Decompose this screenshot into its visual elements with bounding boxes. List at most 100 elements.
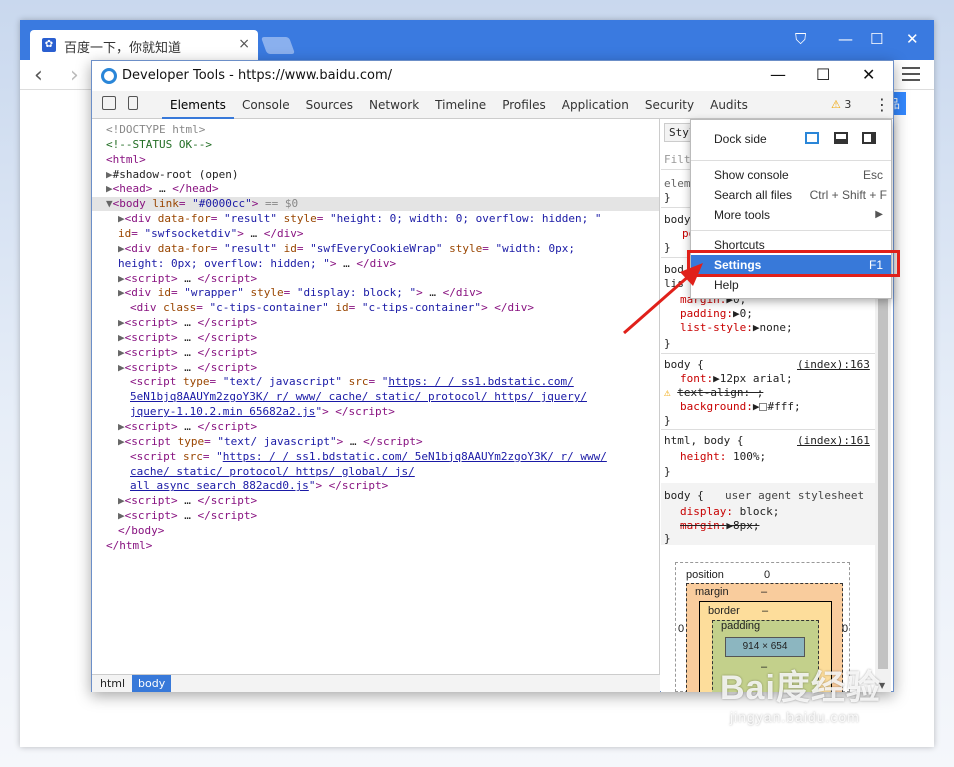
tab-application[interactable]: Application bbox=[554, 91, 637, 119]
menu-more-tools[interactable]: More tools ▶ bbox=[691, 205, 891, 225]
minimize-icon[interactable]: — bbox=[838, 30, 853, 48]
dom-node-line[interactable]: ▶<script> … </script> bbox=[118, 509, 257, 522]
margin-value: 8px; bbox=[732, 519, 760, 532]
dom-node-line[interactable]: ▶#shadow-root (open) bbox=[106, 168, 238, 181]
baidu-paw-icon: ✿ bbox=[42, 38, 56, 52]
dom-node-line[interactable]: ▶<head> … </head> bbox=[106, 182, 219, 195]
breadcrumb-body[interactable]: body bbox=[132, 675, 172, 692]
tab-console[interactable]: Console bbox=[234, 91, 298, 119]
dom-node-line[interactable]: <script type= "text/ javascript" src= "h… bbox=[130, 375, 574, 388]
new-tab-button[interactable] bbox=[260, 37, 296, 54]
minimize-icon[interactable]: — bbox=[770, 65, 786, 84]
body-rule-source[interactable]: (index):163 bbox=[797, 358, 870, 371]
dom-node-line[interactable]: <!DOCTYPE html> bbox=[106, 123, 205, 136]
browser-tab[interactable]: ✿ 百度一下，你就知道 × bbox=[30, 30, 258, 60]
devtools-title: Developer Tools - https://www.baidu.com/ bbox=[122, 68, 393, 83]
breadcrumb-html[interactable]: html bbox=[94, 675, 131, 692]
body-font-value: 12px arial; bbox=[719, 372, 793, 385]
dock-side-label: Dock side bbox=[714, 132, 767, 146]
html-body-rule-source[interactable]: (index):161 bbox=[797, 434, 870, 447]
hamburger-menu-icon[interactable] bbox=[902, 67, 920, 85]
margin-top-value: – bbox=[761, 586, 768, 598]
body-rule-selector: body { bbox=[664, 358, 704, 371]
dom-node-line[interactable]: ▶<script> … </script> bbox=[118, 316, 257, 329]
more-tools-label: More tools bbox=[714, 208, 771, 222]
body-background-value: #fff; bbox=[767, 400, 801, 413]
forward-icon[interactable]: › bbox=[70, 63, 79, 88]
tab-timeline[interactable]: Timeline bbox=[427, 91, 494, 119]
watermark-brand: Bai度经验 bbox=[720, 669, 881, 707]
dock-right-icon[interactable] bbox=[862, 132, 876, 144]
dom-node-line[interactable]: ▶<div data-for= "result" style= "height:… bbox=[118, 212, 602, 225]
dom-node-line[interactable]: <html> bbox=[106, 153, 146, 166]
tab-audits[interactable]: Audits bbox=[702, 91, 756, 119]
dom-node-line[interactable]: <script src= "https: / / ss1.bdstatic.co… bbox=[130, 450, 607, 463]
tab-profiles[interactable]: Profiles bbox=[494, 91, 554, 119]
style-declaration[interactable]: padding:▶0; bbox=[680, 307, 753, 320]
dom-node-line[interactable]: ▶<script type= "text/ javascript"> … </s… bbox=[118, 435, 423, 448]
dom-node-line[interactable]: ▶<div id= "wrapper" style= "display: blo… bbox=[118, 286, 482, 299]
dock-bottom-icon[interactable] bbox=[834, 132, 848, 144]
submenu-arrow-icon: ▶ bbox=[875, 209, 883, 220]
maximize-icon[interactable]: ☐ bbox=[816, 65, 830, 84]
close-brace: } bbox=[664, 241, 671, 254]
dom-node-line[interactable]: </body> bbox=[118, 524, 164, 537]
warning-icon: ⚠ bbox=[664, 386, 671, 399]
tab-sources[interactable]: Sources bbox=[298, 91, 361, 119]
declaration-property: list-style: bbox=[680, 321, 753, 334]
height-decl[interactable]: height: 100%; bbox=[680, 450, 766, 463]
watermark-url: jingyan.baidu.com bbox=[730, 709, 860, 725]
dom-node-line[interactable]: ▶<script> … </script> bbox=[118, 420, 257, 433]
warning-counter[interactable]: ⚠ 3 bbox=[831, 98, 851, 111]
menu-show-console[interactable]: Show console Esc bbox=[691, 165, 891, 185]
shirt-skin-icon[interactable]: ⛉ bbox=[795, 30, 806, 48]
tab-bar: ✿ 百度一下，你就知道 × ⛉ — ☐ ✕ bbox=[20, 20, 934, 60]
dom-node-line[interactable]: ▼<body link= "#0000cc"> == $0 bbox=[106, 197, 298, 210]
text-align-value: text-align: ; bbox=[677, 386, 764, 399]
display-value: block; bbox=[739, 505, 780, 518]
warning-icon: ⚠ bbox=[831, 98, 841, 111]
menu-divider bbox=[691, 160, 891, 161]
elements-dom-tree[interactable]: <!DOCTYPE html> <!--STATUS OK--> <html> ▶#s… bbox=[92, 119, 660, 674]
tab-security[interactable]: Security bbox=[637, 91, 702, 119]
device-mode-icon[interactable] bbox=[128, 96, 138, 110]
dom-node-line[interactable]: <div class= "c-tips-container" id= "c-ti… bbox=[130, 301, 534, 314]
close-window-icon[interactable]: ✕ bbox=[906, 30, 919, 48]
menu-help[interactable]: Help bbox=[691, 275, 891, 295]
body-font-decl[interactable]: font:▶12px arial; bbox=[680, 372, 793, 385]
tab-title: 百度一下，你就知道 bbox=[64, 41, 182, 56]
more-vert-icon[interactable]: ⋮ bbox=[874, 95, 890, 114]
declaration-value: ▶0; bbox=[732, 307, 753, 320]
dom-node-line[interactable]: ▶<script> … </script> bbox=[118, 272, 257, 285]
ua-rule-selector: body { bbox=[664, 489, 704, 502]
dom-node-line[interactable]: id= "swfsocketdiv"> … </div> bbox=[118, 227, 303, 240]
dom-node-line[interactable]: ▶<script> … </script> bbox=[118, 494, 257, 507]
dom-node-line[interactable]: ▶<script> … </script> bbox=[118, 361, 257, 374]
dom-node-line[interactable]: <!--STATUS OK--> bbox=[106, 138, 212, 151]
undock-icon[interactable] bbox=[805, 132, 819, 144]
inspect-element-icon[interactable] bbox=[102, 96, 116, 110]
tab-network[interactable]: Network bbox=[361, 91, 427, 119]
dom-node-line[interactable]: all async search 882acd0.js"> </script> bbox=[130, 479, 388, 492]
rule-selector: body bbox=[664, 213, 691, 226]
dom-node-line[interactable]: ▶<script> … </script> bbox=[118, 331, 257, 344]
position-right-value: 0 bbox=[842, 623, 849, 635]
dom-node-line[interactable]: jquery-1.10.2.min 65682a2.js"> </script> bbox=[130, 405, 395, 418]
back-icon[interactable]: ‹ bbox=[34, 63, 43, 88]
body-background-decl[interactable]: background:▶ #fff; bbox=[680, 400, 801, 413]
dom-node-line[interactable]: cache/ static/ protocol/ https/ global/ … bbox=[130, 465, 415, 478]
maximize-icon[interactable]: ☐ bbox=[870, 30, 883, 48]
dom-node-line[interactable]: ▶<div data-for= "result" id= "swfEveryCo… bbox=[118, 242, 575, 255]
style-declaration[interactable]: list-style:▶none; bbox=[680, 321, 793, 334]
dom-node-line[interactable]: </html> bbox=[106, 539, 152, 552]
border-label: border bbox=[708, 605, 740, 617]
dom-node-line[interactable]: ▶<script> … </script> bbox=[118, 346, 257, 359]
body-textalign-decl[interactable]: ⚠ text-align: ; bbox=[664, 386, 763, 399]
tab-elements[interactable]: Elements bbox=[162, 91, 234, 119]
close-icon[interactable]: ✕ bbox=[862, 65, 875, 84]
menu-search-all-files[interactable]: Search all files Ctrl + Shift + F bbox=[691, 185, 891, 205]
dom-node-line[interactable]: 5eN1bjq8AAUYm2zgoY3K/ r/ www/ cache/ sta… bbox=[130, 390, 587, 403]
close-brace: } bbox=[664, 191, 671, 204]
tab-close-icon[interactable]: × bbox=[238, 36, 250, 52]
dom-node-line[interactable]: height: 0px; overflow: hidden; "> … </di… bbox=[118, 257, 396, 270]
